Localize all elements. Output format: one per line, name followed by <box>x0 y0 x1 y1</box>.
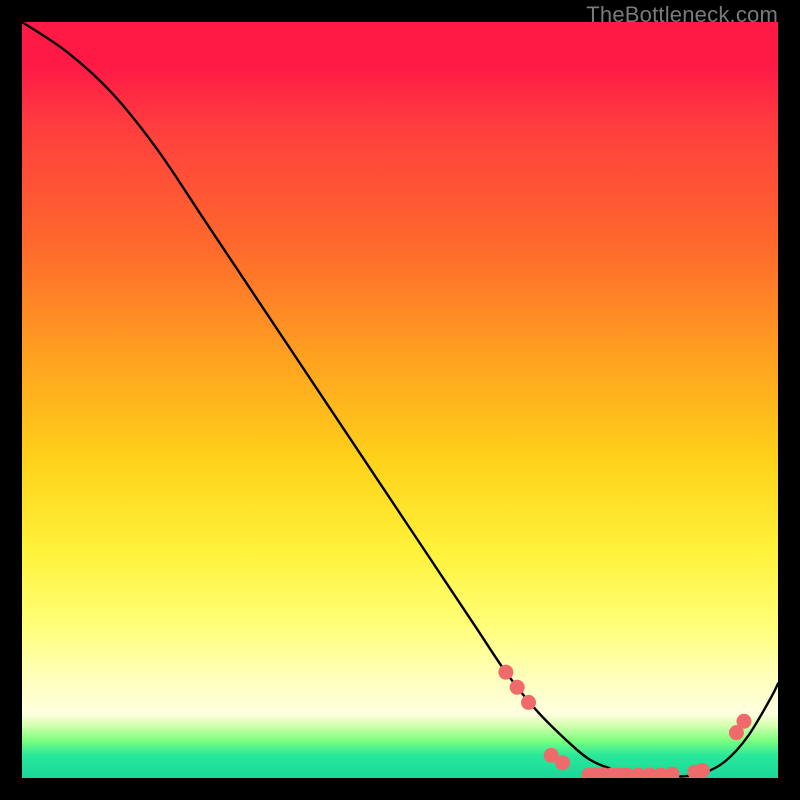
chart-marker <box>498 665 513 680</box>
watermark-text: TheBottleneck.com <box>586 2 778 28</box>
chart-marker <box>510 680 525 695</box>
chart-marker <box>665 767 680 778</box>
chart-marker <box>521 695 536 710</box>
chart-markers <box>498 665 751 778</box>
chart-curve <box>22 22 778 777</box>
chart-marker <box>555 755 570 770</box>
chart-svg <box>22 22 778 778</box>
chart-marker <box>736 714 751 729</box>
chart-marker <box>695 763 710 778</box>
chart-stage: TheBottleneck.com <box>0 0 800 800</box>
chart-plot-area <box>22 22 778 778</box>
